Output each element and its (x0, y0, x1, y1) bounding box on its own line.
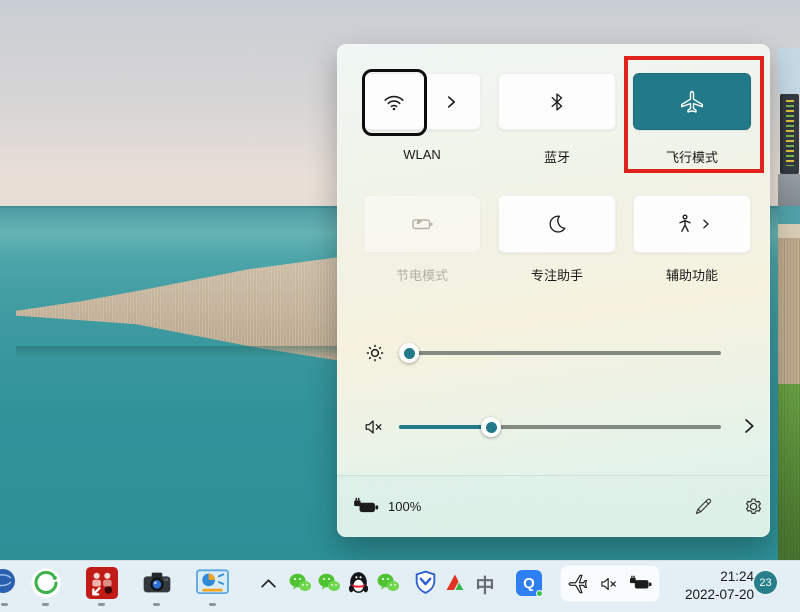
tray-qq[interactable] (346, 570, 371, 596)
quick-settings-panel: WLAN 蓝牙 飞行模式 (337, 44, 770, 537)
moon-icon (546, 213, 568, 235)
speaker-muted-icon[interactable] (363, 416, 385, 438)
pencil-icon (693, 496, 714, 517)
q-browser-icon: Q (516, 570, 542, 596)
taskbar: 中 Q 21:24 2022-07-20 (0, 560, 800, 612)
taskbar-app-globe[interactable] (0, 568, 16, 594)
clock-time: 21:24 (685, 568, 754, 586)
accessibility-expand-chevron-icon (701, 219, 711, 229)
wlan-label: WLAN (363, 147, 481, 162)
tray-show-hidden-icons[interactable] (258, 576, 278, 590)
volume-muted-tray-icon (599, 574, 619, 594)
battery-tray-icon (629, 575, 654, 592)
accessibility-label: 辅助功能 (633, 265, 751, 284)
volume-slider-thumb[interactable] (481, 417, 501, 437)
sun-icon (363, 341, 387, 365)
taskbar-clock[interactable]: 21:24 2022-07-20 (685, 568, 754, 604)
battery-saver-icon (409, 213, 435, 235)
desktop: WLAN 蓝牙 飞行模式 (0, 0, 800, 612)
gear-icon (743, 496, 764, 517)
strip-water (778, 206, 800, 224)
strip-tan-grass (778, 238, 800, 384)
tray-ime-chinese[interactable]: 中 (472, 571, 498, 597)
quick-settings-footer: 100% (337, 475, 770, 537)
battery-saver-label: 节电模式 (363, 265, 481, 284)
wlan-tile[interactable] (363, 73, 481, 130)
accessibility-icon (674, 213, 696, 235)
taskbar-app-green-ring[interactable] (30, 567, 62, 599)
skyscraper-photo (780, 94, 799, 174)
tray-security-shield[interactable] (413, 570, 438, 596)
tray-wechat-2[interactable] (317, 571, 341, 595)
battery-saver-tile (363, 195, 481, 253)
battery-charging-icon (353, 497, 381, 516)
system-tray-quick-settings[interactable] (560, 565, 660, 602)
brightness-slider-thumb[interactable] (399, 343, 419, 363)
edit-quick-settings-button[interactable] (693, 496, 714, 517)
strip-green-grass (778, 384, 800, 560)
bluetooth-label: 蓝牙 (498, 147, 616, 166)
bluetooth-tile[interactable] (498, 73, 616, 130)
taskbar-app-camera[interactable] (141, 567, 173, 599)
background-window-strip (778, 48, 800, 560)
taskbar-app-red-people[interactable] (86, 567, 118, 599)
airplane-mode-tile[interactable] (633, 73, 751, 130)
settings-button[interactable] (743, 496, 764, 517)
strip-mountains (778, 174, 800, 206)
accessibility-tile[interactable] (633, 195, 751, 253)
tray-wechat-3[interactable] (376, 571, 400, 595)
strip-sky (778, 48, 800, 94)
notification-badge[interactable]: 23 (754, 571, 777, 594)
taskbar-app-screen-share[interactable] (196, 568, 229, 598)
volume-expand-chevron-icon[interactable] (741, 418, 757, 434)
airplane-icon (679, 89, 705, 115)
airplane-mode-tray-icon (567, 573, 589, 595)
bluetooth-icon (546, 91, 568, 113)
focus-assist-label: 专注助手 (498, 265, 616, 284)
brightness-slider-track[interactable] (399, 351, 721, 355)
battery-percent-label: 100% (388, 499, 421, 514)
clock-date: 2022-07-20 (685, 586, 754, 604)
battery-status[interactable]: 100% (353, 497, 421, 516)
ime-chinese-label: 中 (475, 571, 494, 598)
airplane-mode-label: 飞行模式 (633, 147, 751, 166)
chevron-up-icon (260, 578, 277, 589)
tray-red-green-app[interactable] (443, 571, 467, 595)
focus-assist-tile[interactable] (498, 195, 616, 253)
wlan-expand-chevron-icon[interactable] (445, 95, 458, 108)
tray-q-browser[interactable]: Q (516, 570, 542, 596)
tray-wechat-1[interactable] (288, 571, 312, 595)
volume-slider-fill (399, 425, 491, 429)
wifi-icon (382, 90, 406, 114)
wallpaper-grass-reflection (16, 346, 346, 358)
strip-sand (778, 224, 800, 238)
